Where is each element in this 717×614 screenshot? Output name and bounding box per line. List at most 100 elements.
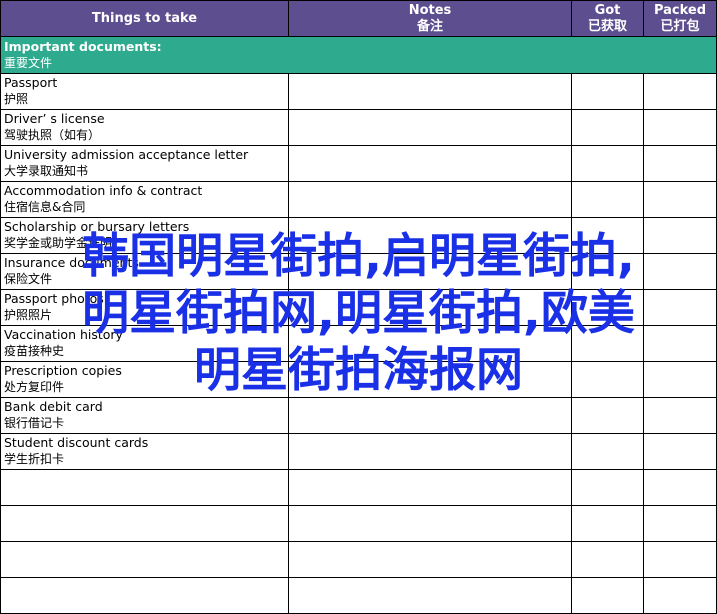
got-cell[interactable]: [571, 253, 644, 290]
packed-cell[interactable]: [643, 181, 717, 218]
item-label-en: Accommodation info & contract: [4, 183, 203, 198]
item-cell[interactable]: [0, 541, 289, 578]
packed-cell[interactable]: [643, 289, 717, 326]
packed-cell[interactable]: [643, 217, 717, 254]
item-cell: Driver’ s license 驾驶执照（如有）: [0, 109, 289, 146]
got-cell[interactable]: [571, 181, 644, 218]
packed-cell[interactable]: [643, 397, 717, 434]
packed-cell[interactable]: [643, 73, 717, 110]
notes-cell[interactable]: [288, 109, 572, 146]
empty-row: [0, 505, 717, 542]
packed-cell[interactable]: [643, 469, 717, 506]
packed-cell[interactable]: [643, 505, 717, 542]
got-cell[interactable]: [571, 289, 644, 326]
got-cell[interactable]: [571, 145, 644, 182]
notes-cell[interactable]: [288, 469, 572, 506]
notes-cell[interactable]: [288, 289, 572, 326]
item-label-en: Student discount cards: [4, 435, 149, 450]
notes-cell[interactable]: [288, 145, 572, 182]
item-cell: Insurance documents 保险文件: [0, 253, 289, 290]
got-cell[interactable]: [571, 73, 644, 110]
got-cell[interactable]: [571, 541, 644, 578]
item-label-en: Bank debit card: [4, 399, 103, 414]
got-cell[interactable]: [571, 325, 644, 362]
item-label-zh: 奖学金或助学金证明: [4, 236, 113, 250]
header-notes: Notes 备注: [288, 0, 572, 37]
empty-row: [0, 541, 717, 578]
item-label-zh: 银行借记卡: [4, 416, 65, 430]
empty-row: [0, 469, 717, 506]
notes-cell[interactable]: [288, 73, 572, 110]
notes-cell[interactable]: [288, 397, 572, 434]
notes-cell[interactable]: [288, 361, 572, 398]
item-label-en: Scholarship or bursary letters: [4, 219, 190, 234]
item-label-zh: 学生折扣卡: [4, 452, 65, 466]
got-cell[interactable]: [571, 397, 644, 434]
notes-cell[interactable]: [288, 253, 572, 290]
table-row: Insurance documents 保险文件: [0, 253, 717, 290]
item-label-zh: 住宿信息&合同: [4, 200, 86, 214]
item-label-en: University admission acceptance letter: [4, 147, 249, 162]
table-row: Driver’ s license 驾驶执照（如有）: [0, 109, 717, 146]
got-cell[interactable]: [571, 505, 644, 542]
packed-cell[interactable]: [643, 109, 717, 146]
packed-cell[interactable]: [643, 433, 717, 470]
item-cell: University admission acceptance letter 大学…: [0, 145, 289, 182]
item-label-en: Prescription copies: [4, 363, 122, 378]
item-cell: Accommodation info & contract 住宿信息&合同: [0, 181, 289, 218]
item-label-en: Insurance documents: [4, 255, 139, 270]
table-row: Passport 护照: [0, 73, 717, 110]
item-cell: Student discount cards 学生折扣卡: [0, 433, 289, 470]
item-label-zh: 大学录取通知书: [4, 164, 89, 178]
table-row: Passport photos 护照照片: [0, 289, 717, 326]
packed-cell[interactable]: [643, 541, 717, 578]
got-cell[interactable]: [571, 433, 644, 470]
item-label-en: Passport photos: [4, 291, 104, 306]
item-label-en: Passport: [4, 75, 58, 90]
notes-cell[interactable]: [288, 181, 572, 218]
item-cell: Vaccination history 疫苗接种史: [0, 325, 289, 362]
packed-cell[interactable]: [643, 361, 717, 398]
item-label-zh: 保险文件: [4, 272, 53, 286]
item-cell: Passport photos 护照照片: [0, 289, 289, 326]
header-packed: Packed 已打包: [643, 0, 717, 37]
notes-cell[interactable]: [288, 577, 572, 614]
notes-cell[interactable]: [288, 433, 572, 470]
table-row: Accommodation info & contract 住宿信息&合同: [0, 181, 717, 218]
packed-cell[interactable]: [643, 145, 717, 182]
item-cell[interactable]: [0, 577, 289, 614]
table-row: Scholarship or bursary letters 奖学金或助学金证明: [0, 217, 717, 254]
packed-cell[interactable]: [643, 253, 717, 290]
empty-row: [0, 577, 717, 614]
got-cell[interactable]: [571, 217, 644, 254]
got-cell[interactable]: [571, 361, 644, 398]
item-cell[interactable]: [0, 505, 289, 542]
notes-cell[interactable]: [288, 217, 572, 254]
item-cell: Bank debit card 银行借记卡: [0, 397, 289, 434]
item-label-en: Vaccination history: [4, 327, 123, 342]
notes-cell[interactable]: [288, 505, 572, 542]
table-row: Vaccination history 疫苗接种史: [0, 325, 717, 362]
section-title: Important documents: 重要文件: [0, 36, 717, 74]
item-label-zh: 处方复印件: [4, 380, 65, 394]
got-cell[interactable]: [571, 469, 644, 506]
section-row: Important documents: 重要文件: [0, 36, 717, 74]
header-things-to-take: Things to take: [0, 0, 289, 37]
notes-cell[interactable]: [288, 325, 572, 362]
item-cell: Passport 护照: [0, 73, 289, 110]
got-cell[interactable]: [571, 109, 644, 146]
table-row: Student discount cards 学生折扣卡: [0, 433, 717, 470]
notes-cell[interactable]: [288, 541, 572, 578]
item-label-zh: 护照照片: [4, 308, 53, 322]
checklist-table: Things to take Notes 备注 Got 已获取 Packed 已打包 …: [0, 0, 717, 614]
item-cell[interactable]: [0, 469, 289, 506]
item-label-en: Driver’ s license: [4, 111, 105, 126]
item-cell: Scholarship or bursary letters 奖学金或助学金证明: [0, 217, 289, 254]
packed-cell[interactable]: [643, 577, 717, 614]
table-row: Prescription copies 处方复印件: [0, 361, 717, 398]
item-label-zh: 疫苗接种史: [4, 344, 65, 358]
table-row: Bank debit card 银行借记卡: [0, 397, 717, 434]
packed-cell[interactable]: [643, 325, 717, 362]
got-cell[interactable]: [571, 577, 644, 614]
header-row: Things to take Notes 备注 Got 已获取 Packed 已打包: [0, 0, 717, 37]
